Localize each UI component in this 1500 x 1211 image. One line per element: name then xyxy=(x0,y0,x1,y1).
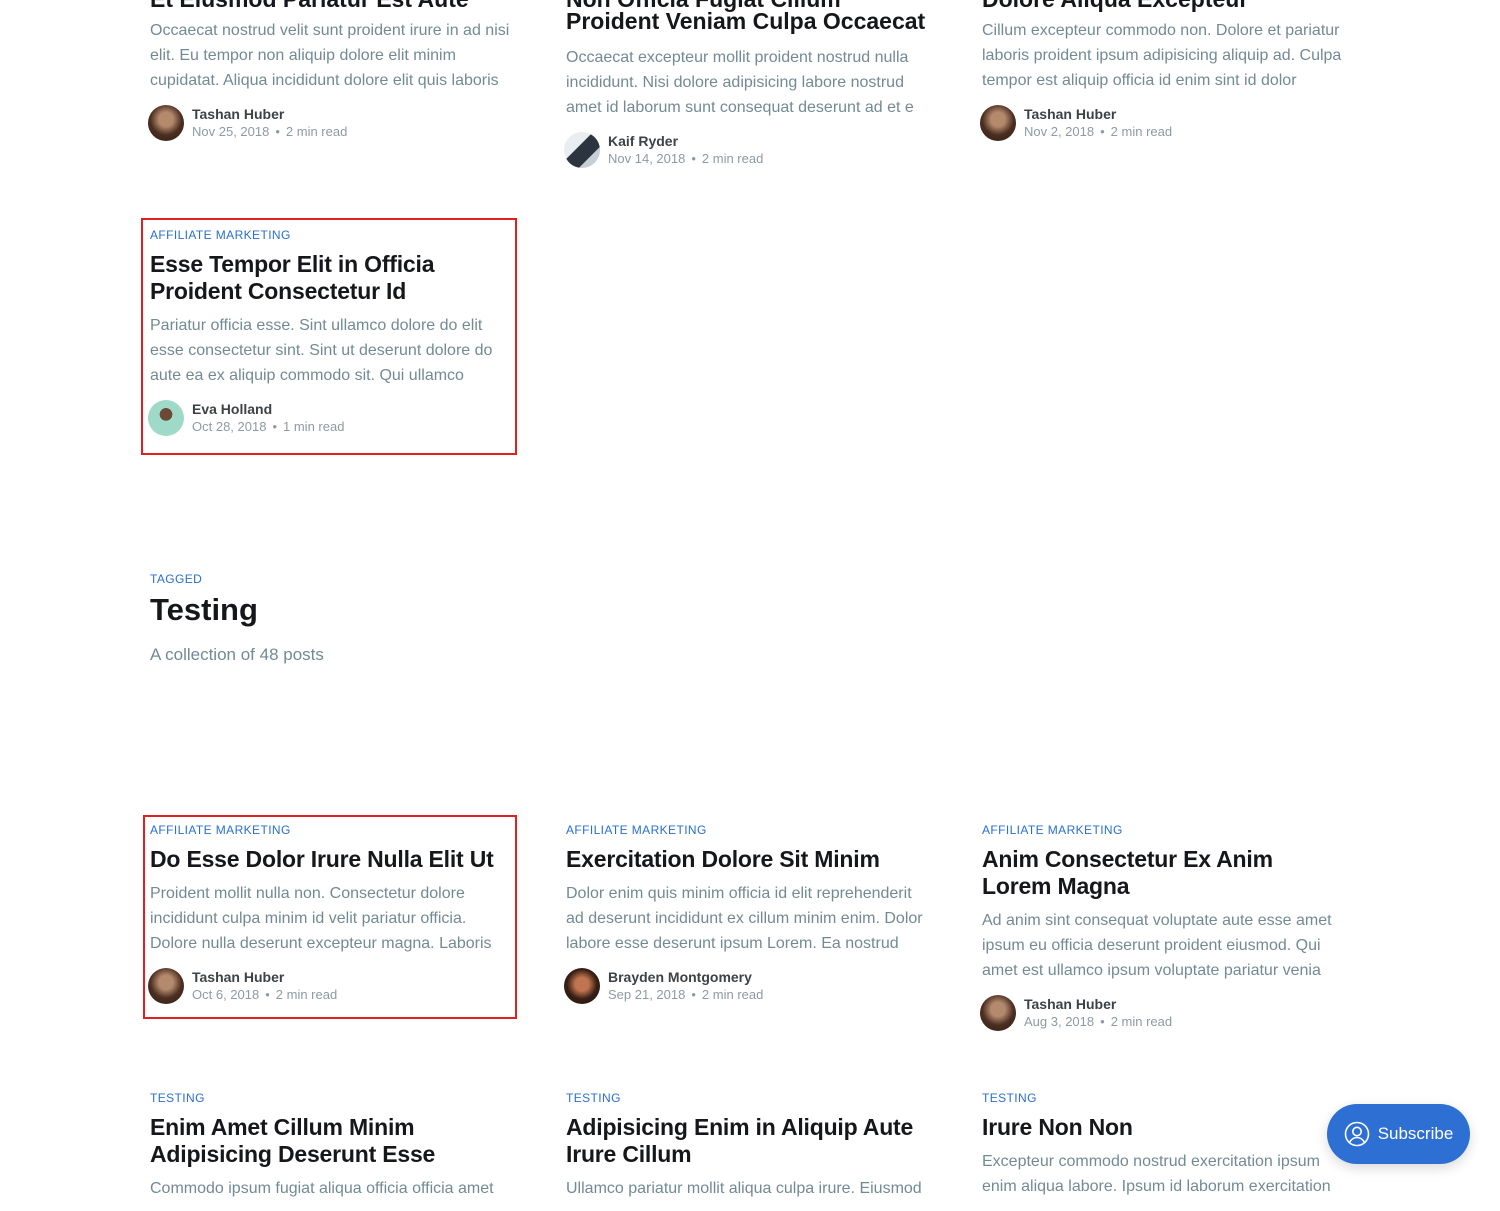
read-time: 2 min read xyxy=(701,987,764,1002)
post-meta: Tashan Huber Aug 3, 2018 • 2 min read xyxy=(980,993,1348,1033)
read-time: 1 min read xyxy=(283,419,345,434)
post-title[interactable]: Anim Consectetur Ex Anim Lorem Magna xyxy=(982,846,1348,900)
post-meta: Eva Holland Oct 28, 2018 • 1 min read xyxy=(148,398,516,438)
post-excerpt: Pariatur officia esse. Sint ullamco dolo… xyxy=(150,317,493,384)
post-meta: Kaif Ryder Nov 14, 2018 • 2 min read xyxy=(564,130,932,170)
post-card-featured[interactable]: AFFILIATE MARKETING Esse Tempor Elit in … xyxy=(148,227,516,438)
post-excerpt: Ullamco pariatur mollit aliqua culpa iru… xyxy=(566,1180,922,1197)
author-avatar[interactable] xyxy=(148,968,184,1004)
post-tag[interactable]: AFFILIATE MARKETING xyxy=(150,227,516,243)
post-title[interactable]: Do Esse Dolor Irure Nulla Elit Ut xyxy=(150,846,516,873)
post-tag[interactable]: TESTING xyxy=(982,1090,1348,1106)
user-circle-icon xyxy=(1344,1121,1369,1147)
post-card-top-3[interactable]: Cillum excepteur commodo non. Dolore et … xyxy=(980,18,1348,143)
subscribe-button[interactable]: Subscribe xyxy=(1327,1104,1470,1164)
post-tag[interactable]: AFFILIATE MARKETING xyxy=(150,822,516,838)
post-date: Aug 3, 2018 xyxy=(1024,1014,1095,1029)
author-name[interactable]: Tashan Huber xyxy=(192,968,337,986)
separator-dot: • xyxy=(265,987,270,1002)
author-avatar[interactable] xyxy=(564,968,600,1004)
author-name[interactable]: Brayden Montgomery xyxy=(608,968,763,986)
author-name[interactable]: Tashan Huber xyxy=(192,105,347,123)
separator-dot: • xyxy=(691,987,696,1002)
post-title-top-1[interactable]: Et Eiusmod Pariatur Est Aute xyxy=(150,0,516,13)
post-tag[interactable]: TESTING xyxy=(150,1090,516,1106)
separator-dot: • xyxy=(1100,124,1105,139)
post-meta: Tashan Huber Oct 6, 2018 • 2 min read xyxy=(148,966,516,1006)
post-title[interactable]: Exercitation Dolore Sit Minim xyxy=(566,846,932,873)
post-card-row2-2[interactable]: AFFILIATE MARKETING Exercitation Dolore … xyxy=(564,822,932,1006)
separator-dot: • xyxy=(275,124,280,139)
post-card-row2-3[interactable]: AFFILIATE MARKETING Anim Consectetur Ex … xyxy=(980,822,1348,1033)
post-tag[interactable]: AFFILIATE MARKETING xyxy=(566,822,932,838)
post-excerpt: Proident mollit nulla non. Consectetur d… xyxy=(150,885,492,952)
post-title[interactable]: Adipisicing Enim in Aliquip Aute Irure C… xyxy=(566,1114,932,1168)
author-name[interactable]: Kaif Ryder xyxy=(608,132,763,150)
subscribe-label: Subscribe xyxy=(1377,1124,1454,1143)
post-title-top-3[interactable]: Dolore Aliqua Excepteur xyxy=(982,0,1348,13)
author-name[interactable]: Tashan Huber xyxy=(1024,995,1172,1013)
author-name[interactable]: Tashan Huber xyxy=(1024,105,1172,123)
read-time: 2 min read xyxy=(701,151,764,166)
post-date: Nov 25, 2018 xyxy=(192,124,270,139)
tag-description: A collection of 48 posts xyxy=(150,645,324,664)
post-excerpt: Commodo ipsum fugiat aliqua officia offi… xyxy=(150,1180,494,1197)
read-time: 2 min read xyxy=(285,124,348,139)
post-card-row3-3[interactable]: TESTING Irure Non Non Excepteur commodo … xyxy=(982,1090,1348,1209)
post-date: Oct 28, 2018 xyxy=(192,419,267,434)
separator-dot: • xyxy=(272,419,278,434)
read-time: 2 min read xyxy=(1110,124,1173,139)
post-excerpt: Occaecat nostrud velit sunt proident iru… xyxy=(150,22,510,89)
post-card-top-2[interactable]: Occaecat excepteur mollit proident nostr… xyxy=(564,45,932,170)
post-card-row2-1[interactable]: AFFILIATE MARKETING Do Esse Dolor Irure … xyxy=(148,822,516,1006)
post-date: Nov 14, 2018 xyxy=(608,151,686,166)
post-tag[interactable]: TESTING xyxy=(566,1090,932,1106)
post-title[interactable]: Esse Tempor Elit in Officia Proident Con… xyxy=(150,251,516,305)
post-card-row3-1[interactable]: TESTING Enim Amet Cillum Minim Adipisici… xyxy=(150,1090,516,1211)
post-meta: Brayden Montgomery Sep 21, 2018 • 2 min re… xyxy=(564,966,932,1006)
post-title-top-2[interactable]: Proident Veniam Culpa Occaecat xyxy=(566,8,936,35)
post-date: Oct 6, 2018 xyxy=(192,987,260,1002)
author-avatar[interactable] xyxy=(980,995,1016,1031)
post-card-top-1[interactable]: Occaecat nostrud velit sunt proident iru… xyxy=(148,18,516,143)
post-excerpt: Dolor enim quis minim officia id elit re… xyxy=(566,885,923,952)
post-meta: Tashan Huber Nov 25, 2018 • 2 min read xyxy=(148,103,516,143)
post-title[interactable]: Enim Amet Cillum Minim Adipisicing Deser… xyxy=(150,1114,516,1168)
post-meta: Tashan Huber Nov 2, 2018 • 2 min read xyxy=(980,103,1348,143)
post-excerpt: Occaecat excepteur mollit proident nostr… xyxy=(566,49,914,116)
author-avatar[interactable] xyxy=(148,105,184,141)
separator-dot: • xyxy=(1100,1014,1105,1029)
tagged-label: TAGGED xyxy=(150,572,203,586)
read-time: 2 min read xyxy=(275,987,338,1002)
post-title[interactable]: Irure Non Non xyxy=(982,1114,1348,1141)
post-excerpt: Ad anim sint consequat voluptate aute es… xyxy=(982,912,1332,979)
author-name[interactable]: Eva Holland xyxy=(192,400,344,418)
post-date: Nov 2, 2018 xyxy=(1024,124,1095,139)
read-time: 2 min read xyxy=(1110,1014,1173,1029)
post-excerpt: Cillum excepteur commodo non. Dolore et … xyxy=(982,22,1342,89)
post-tag[interactable]: AFFILIATE MARKETING xyxy=(982,822,1348,838)
separator-dot: • xyxy=(691,151,696,166)
author-avatar[interactable] xyxy=(564,132,600,168)
author-avatar[interactable] xyxy=(980,105,1016,141)
post-date: Sep 21, 2018 xyxy=(608,987,686,1002)
author-avatar[interactable] xyxy=(148,400,184,436)
post-card-row3-2[interactable]: TESTING Adipisicing Enim in Aliquip Aute… xyxy=(566,1090,932,1211)
tag-title: Testing xyxy=(150,592,258,627)
